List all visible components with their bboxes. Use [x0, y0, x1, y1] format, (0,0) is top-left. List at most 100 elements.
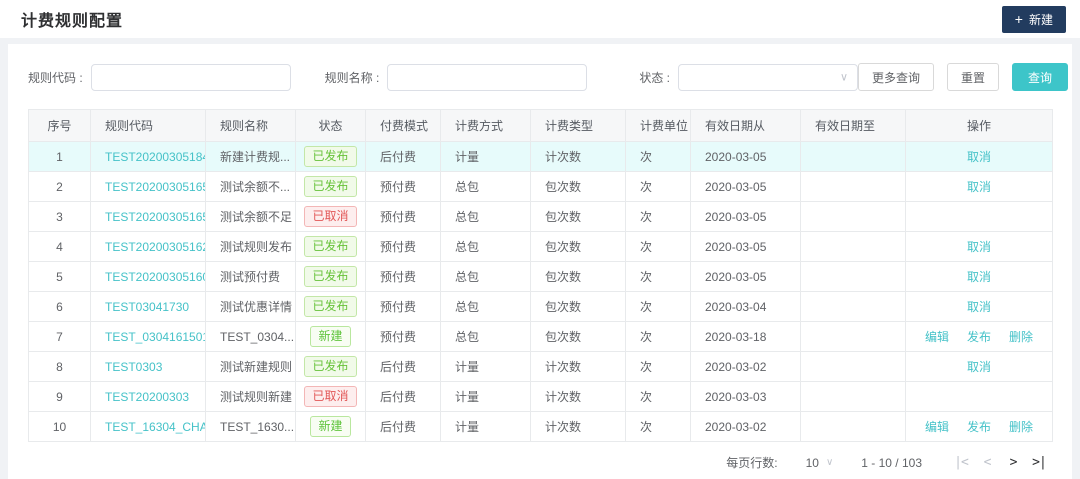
- cell-bill-type: 计次数: [531, 412, 626, 442]
- edit-link[interactable]: 编辑: [925, 420, 949, 434]
- publish-link[interactable]: 发布: [967, 330, 991, 344]
- cell-pay-mode: 后付费: [366, 382, 441, 412]
- new-rule-button[interactable]: + 新建: [1002, 6, 1066, 33]
- cell-actions: 取消: [906, 232, 1053, 262]
- status-select[interactable]: ∨: [678, 64, 858, 91]
- cell-bill-method: 计量: [441, 142, 531, 172]
- cell-index: 7: [29, 322, 91, 352]
- reset-button[interactable]: 重置: [947, 63, 999, 91]
- rule-code-link[interactable]: TEST_16304_CHA...: [91, 412, 206, 442]
- column-header-code: 规则代码: [91, 110, 206, 142]
- cancel-link[interactable]: 取消: [967, 180, 991, 194]
- rows-per-page-label: 每页行数:: [726, 454, 777, 471]
- rule-code-link[interactable]: TEST202003051659: [91, 172, 206, 202]
- prev-page-icon[interactable]: <: [974, 455, 1000, 470]
- cell-index: 10: [29, 412, 91, 442]
- table-row: 8 TEST0303 测试新建规则 已发布 后付费 计量 计次数 次 2020-…: [29, 352, 1053, 382]
- plus-icon: +: [1015, 12, 1023, 26]
- rule-code-link[interactable]: TEST20200303: [105, 390, 189, 404]
- cell-bill-type: 包次数: [531, 232, 626, 262]
- table-row: 4 TEST202003051621 测试规则发布 已发布 预付费 总包 包次数…: [29, 232, 1053, 262]
- rule-code-link[interactable]: TEST03041730: [105, 300, 189, 314]
- column-header-pay_mode: 付费模式: [366, 110, 441, 142]
- status-badge: 已发布: [304, 176, 356, 197]
- column-header-bill_method: 计费方式: [441, 110, 531, 142]
- column-header-date_to: 有效日期至: [801, 110, 906, 142]
- cell-pay-mode: 预付费: [366, 322, 441, 352]
- cell-actions: 取消: [906, 352, 1053, 382]
- cell-bill-unit: 次: [626, 202, 691, 232]
- cell-status: 已发布: [296, 172, 366, 202]
- cell-status: 已发布: [296, 232, 366, 262]
- rule-code-link[interactable]: TEST202003051840: [91, 142, 206, 172]
- rule-code-link[interactable]: TEST202003051840: [105, 150, 206, 164]
- cancel-link[interactable]: 取消: [967, 270, 991, 284]
- cell-date-to: [801, 352, 906, 382]
- cell-status: 新建: [296, 412, 366, 442]
- cell-status: 已发布: [296, 142, 366, 172]
- cell-rule-name: 测试规则发布: [206, 232, 296, 262]
- rule-code-link[interactable]: TEST_0304161501: [105, 330, 206, 344]
- cell-rule-name: 测试规则新建: [206, 382, 296, 412]
- last-page-icon[interactable]: >|: [1026, 455, 1052, 470]
- rows-per-page-select[interactable]: 10 ∨: [806, 456, 834, 470]
- cell-date-from: 2020-03-05: [691, 202, 801, 232]
- cell-date-to: [801, 142, 906, 172]
- rule-code-link[interactable]: TEST202003051653: [105, 210, 206, 224]
- cell-rule-name: 测试新建规则: [206, 352, 296, 382]
- rule-code-link[interactable]: TEST03041730: [91, 292, 206, 322]
- cell-bill-unit: 次: [626, 232, 691, 262]
- cell-date-from: 2020-03-02: [691, 352, 801, 382]
- cell-bill-method: 计量: [441, 382, 531, 412]
- more-query-button[interactable]: 更多查询: [858, 63, 934, 91]
- rule-code-link[interactable]: TEST202003051604: [105, 270, 206, 284]
- cancel-link[interactable]: 取消: [967, 360, 991, 374]
- cell-date-to: [801, 382, 906, 412]
- table-row: 7 TEST_0304161501 TEST_0304... 新建 预付费 总包…: [29, 322, 1053, 352]
- page-title: 计费规则配置: [21, 7, 123, 31]
- status-filter: 状态 : ∨: [639, 64, 858, 91]
- cell-date-from: 2020-03-05: [691, 232, 801, 262]
- publish-link[interactable]: 发布: [967, 420, 991, 434]
- delete-link[interactable]: 删除: [1009, 330, 1033, 344]
- next-page-icon[interactable]: >: [1000, 455, 1026, 470]
- first-page-icon[interactable]: |<: [948, 455, 974, 470]
- cancel-link[interactable]: 取消: [967, 240, 991, 254]
- column-header-status: 状态: [296, 110, 366, 142]
- rule-code-link[interactable]: TEST202003051653: [91, 202, 206, 232]
- column-header-bill_unit: 计费单位: [626, 110, 691, 142]
- edit-link[interactable]: 编辑: [925, 330, 949, 344]
- rule-code-input[interactable]: [91, 64, 291, 91]
- cancel-link[interactable]: 取消: [967, 300, 991, 314]
- cell-status: 已取消: [296, 382, 366, 412]
- filter-buttons: 更多查询 重置 查询: [858, 63, 1068, 91]
- status-badge: 已发布: [304, 296, 356, 317]
- column-header-date_from: 有效日期从: [691, 110, 801, 142]
- rule-code-link[interactable]: TEST_0304161501: [91, 322, 206, 352]
- rule-code-label: 规则代码 :: [28, 69, 83, 86]
- rule-code-link[interactable]: TEST202003051604: [91, 262, 206, 292]
- rule-code-link[interactable]: TEST202003051659: [105, 180, 206, 194]
- cell-date-from: 2020-03-04: [691, 292, 801, 322]
- rule-code-link[interactable]: TEST202003051621: [105, 240, 206, 254]
- rule-code-link[interactable]: TEST0303: [91, 352, 206, 382]
- rule-code-link[interactable]: TEST20200303: [91, 382, 206, 412]
- delete-link[interactable]: 删除: [1009, 420, 1033, 434]
- cell-actions: [906, 202, 1053, 232]
- status-badge: 新建: [310, 326, 350, 347]
- search-button[interactable]: 查询: [1012, 63, 1068, 91]
- rule-name-input[interactable]: [387, 64, 587, 91]
- table-row: 2 TEST202003051659 测试余额不... 已发布 预付费 总包 包…: [29, 172, 1053, 202]
- rule-code-link[interactable]: TEST0303: [105, 360, 162, 374]
- cell-actions: 编辑 发布 删除: [906, 412, 1053, 442]
- rule-code-link[interactable]: TEST_16304_CHA...: [105, 420, 206, 434]
- cell-date-from: 2020-03-05: [691, 262, 801, 292]
- cell-status: 已发布: [296, 262, 366, 292]
- status-badge: 已取消: [304, 206, 356, 227]
- cell-pay-mode: 预付费: [366, 292, 441, 322]
- status-badge: 新建: [310, 416, 350, 437]
- cancel-link[interactable]: 取消: [967, 150, 991, 164]
- column-header-no: 序号: [29, 110, 91, 142]
- cell-status: 已取消: [296, 202, 366, 232]
- rule-code-link[interactable]: TEST202003051621: [91, 232, 206, 262]
